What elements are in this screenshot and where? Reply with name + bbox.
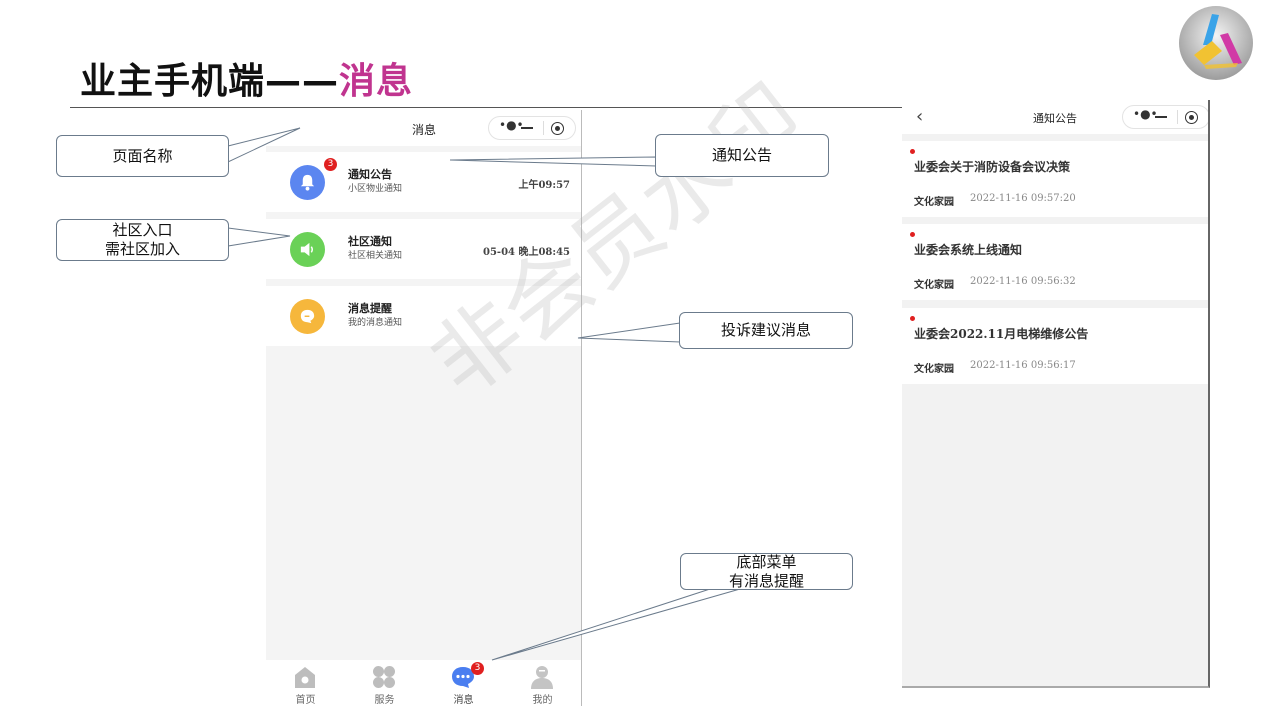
notice-title: 业委会系统上线通知: [914, 243, 1023, 257]
message-item-notice[interactable]: 3 通知公告 小区物业通知 上午09:57: [266, 152, 581, 212]
more-icon[interactable]: •●•: [1133, 107, 1158, 121]
callout-text-line2: 需社区加入: [104, 240, 180, 258]
speaker-icon: [290, 232, 325, 267]
notice-item[interactable]: 业委会系统上线通知 文化家园 2022-11-16 09:56:32: [902, 224, 1208, 300]
notice-time: 2022-11-16 09:56:17: [970, 360, 1076, 371]
message-title: 消息提醒: [348, 302, 392, 315]
tab-home[interactable]: 首页: [266, 660, 345, 706]
close-target-icon[interactable]: [551, 122, 564, 135]
callout-community-entry: 社区入口 需社区加入: [56, 219, 229, 261]
unread-dot: [910, 149, 915, 154]
title-divider: [70, 107, 902, 108]
tab-label: 我的: [532, 695, 553, 706]
notice-time: 2022-11-16 09:57:20: [970, 193, 1076, 204]
notice-item[interactable]: 业委会关于消防设备会议决策 文化家园 2022-11-16 09:57:20: [902, 141, 1208, 217]
unread-dot: [910, 316, 915, 321]
callout-text: 页面名称: [112, 146, 173, 165]
callout-notice: 通知公告: [655, 134, 829, 177]
message-title: 通知公告: [348, 168, 392, 181]
callout-text-line2: 有消息提醒: [728, 571, 804, 590]
notice-source: 文化家园: [914, 364, 954, 375]
callout-bottom-menu: 底部菜单 有消息提醒: [680, 553, 853, 590]
mini-program-capsule: •●•: [1122, 105, 1208, 129]
nav-bar: 消息 •●•: [266, 110, 581, 146]
more-icon[interactable]: •●•: [499, 118, 524, 132]
minimize-icon[interactable]: [1155, 116, 1167, 118]
notice-source: 文化家园: [914, 280, 954, 291]
message-item-community[interactable]: 社区通知 社区相关通知 05-04 晚上08:45: [266, 219, 581, 279]
tab-messages[interactable]: 3 消息: [424, 660, 503, 706]
tab-label: 服务: [374, 695, 395, 706]
bell-icon: [290, 165, 325, 200]
message-subtitle: 我的消息通知: [348, 318, 403, 328]
callout-text-line1: 底部菜单: [736, 552, 797, 571]
phone-messages-screen: 消息 •●• 3 通知公告 小区物业通知 上午09:57 社区通知 社区相关通知…: [266, 110, 582, 706]
tab-label: 消息: [453, 695, 474, 706]
message-item-reminder[interactable]: 消息提醒 我的消息通知: [266, 286, 581, 346]
message-subtitle: 小区物业通知: [348, 184, 403, 194]
callout-complaint: 投诉建议消息: [679, 312, 853, 349]
callout-text: 投诉建议消息: [720, 321, 811, 339]
notice-title: 业委会2022.11月电梯维修公告: [914, 327, 1089, 341]
callout-page-name: 页面名称: [56, 135, 229, 177]
notice-source: 文化家园: [914, 197, 954, 208]
slide-title: 业主手机端——消息: [80, 52, 413, 104]
tab-label: 首页: [295, 695, 316, 706]
home-icon: [292, 664, 318, 690]
grid-icon: [371, 664, 397, 690]
unread-badge: 3: [471, 662, 484, 675]
slide-title-main: 业主手机端——: [80, 61, 340, 102]
phone-notice-screen: ‹ 通知公告 •●• 业委会关于消防设备会议决策 文化家园 2022-11-16…: [902, 100, 1210, 688]
company-logo: [1178, 5, 1254, 81]
notice-title: 业委会关于消防设备会议决策: [914, 160, 1071, 174]
message-time: 05-04 晚上08:45: [483, 247, 570, 258]
message-time: 上午09:57: [518, 180, 570, 191]
slide-title-accent: 消息: [339, 61, 414, 102]
notice-time: 2022-11-16 09:56:32: [970, 276, 1076, 287]
capsule-divider: [543, 121, 544, 135]
unread-dot: [910, 232, 915, 237]
callout-text: 通知公告: [711, 146, 772, 164]
notice-item[interactable]: 业委会2022.11月电梯维修公告 文化家园 2022-11-16 09:56:…: [902, 308, 1208, 384]
capsule-divider: [1177, 110, 1178, 124]
user-icon: [529, 664, 555, 690]
message-title: 社区通知: [348, 235, 392, 248]
mini-program-capsule: •●•: [488, 116, 576, 140]
minimize-icon[interactable]: [521, 127, 533, 129]
message-subtitle: 社区相关通知: [348, 251, 403, 261]
nav-bar: ‹ 通知公告 •●•: [902, 100, 1208, 134]
tab-service[interactable]: 服务: [345, 660, 424, 706]
bottom-tab-bar: 首页 服务 3 消息 我的: [266, 660, 581, 706]
close-target-icon[interactable]: [1185, 111, 1198, 124]
chat-bubble-icon: [290, 299, 325, 334]
callout-text-line1: 社区入口: [112, 221, 173, 239]
unread-badge: 3: [324, 158, 337, 171]
tab-mine[interactable]: 我的: [503, 660, 581, 706]
